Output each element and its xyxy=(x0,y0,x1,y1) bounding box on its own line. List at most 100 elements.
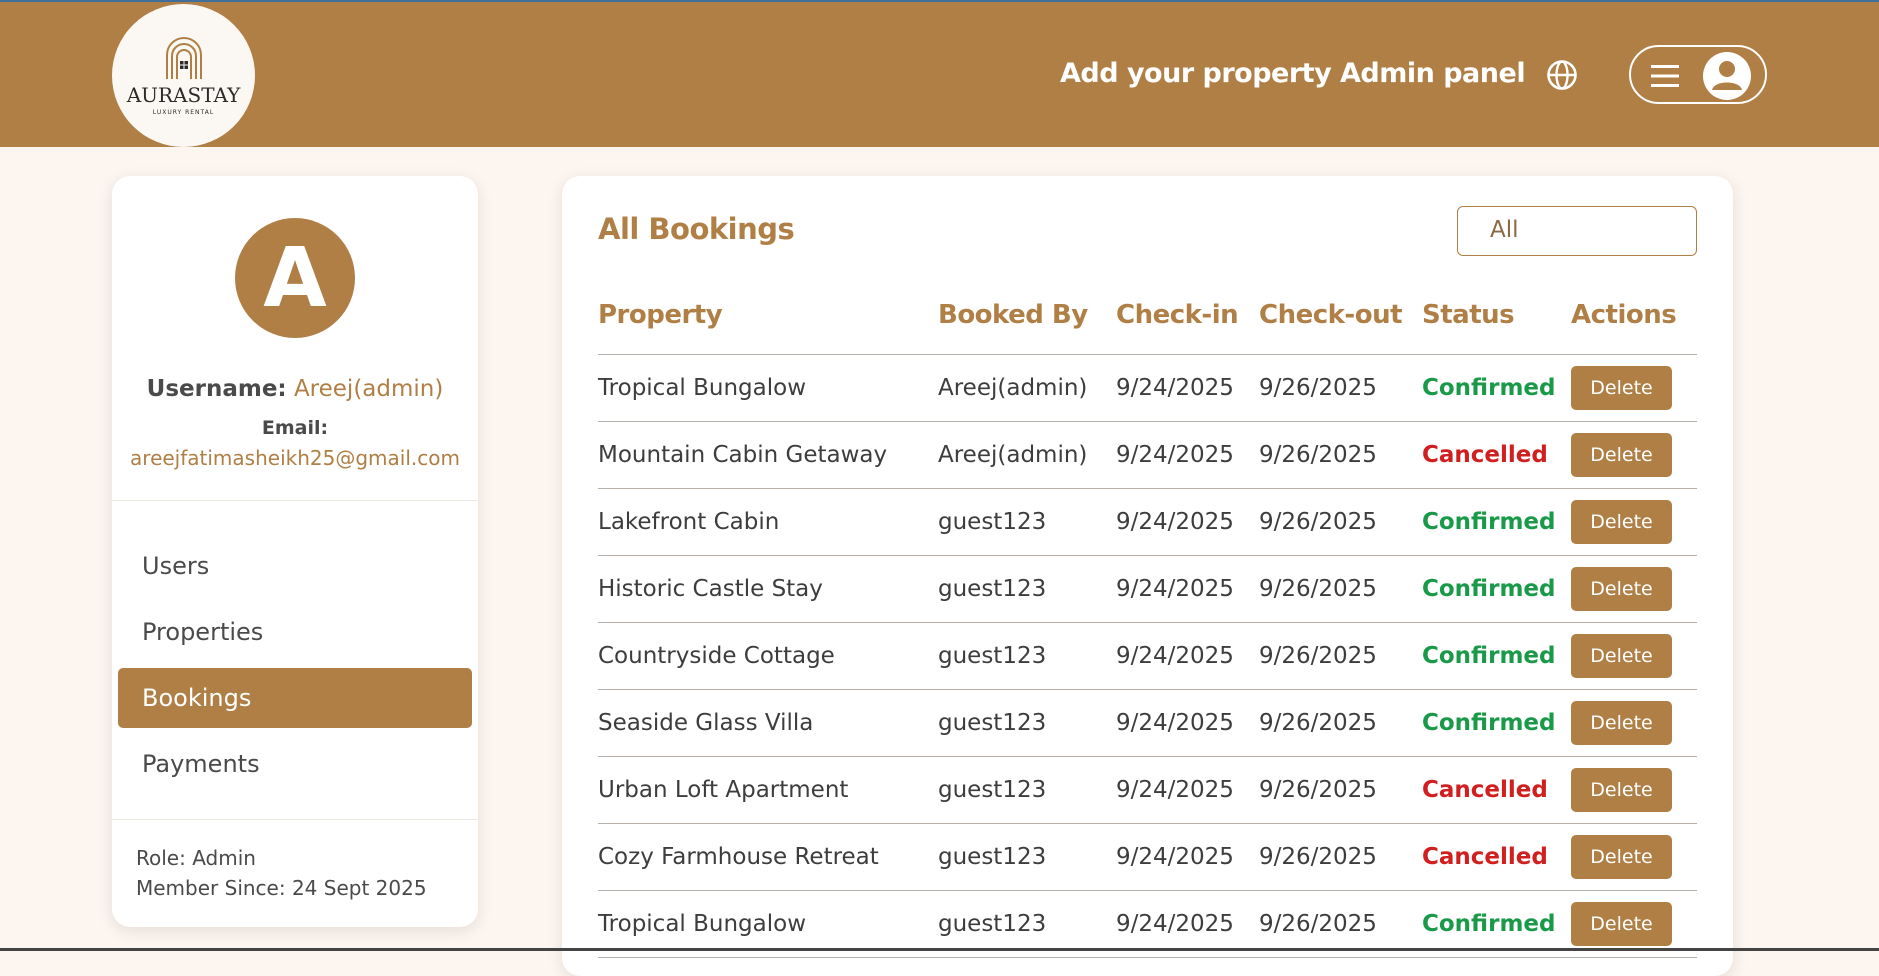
property-cell: Mountain Cabin Getaway xyxy=(598,421,938,489)
table-row: Mountain Cabin Getaway Areej(admin) 9/24/2… xyxy=(598,421,1697,489)
delete-booking-button[interactable]: Delete xyxy=(1571,634,1672,678)
sidebar-divider xyxy=(112,500,478,501)
delete-booking-button[interactable]: Delete xyxy=(1571,701,1672,745)
property-cell: Lakefront Cabin xyxy=(598,488,938,556)
actions-cell: Delete xyxy=(1571,354,1697,422)
status-cell: Confirmed xyxy=(1422,488,1571,556)
actions-cell: Delete xyxy=(1571,756,1697,824)
delete-booking-button[interactable]: Delete xyxy=(1571,835,1672,879)
add-property-link[interactable]: Add your property xyxy=(1060,58,1332,89)
delete-booking-button[interactable]: Delete xyxy=(1571,902,1672,946)
delete-booking-button[interactable]: Delete xyxy=(1571,366,1672,410)
column-header-check-out: Check-out xyxy=(1259,276,1422,355)
column-header-property: Property xyxy=(598,276,938,355)
check-out-cell: 9/26/2025 xyxy=(1259,354,1422,422)
actions-cell: Delete xyxy=(1571,488,1697,556)
actions-cell: Delete xyxy=(1571,622,1697,690)
column-header-booked-by: Booked By xyxy=(938,276,1116,355)
top-navbar: AURASTAY LUXURY RENTAL Add your property… xyxy=(0,2,1879,147)
sidebar-item-bookings[interactable]: Bookings xyxy=(118,668,472,728)
table-row: Tropical Bungalow Areej(admin) 9/24/2025 9/… xyxy=(598,354,1697,422)
check-out-cell: 9/26/2025 xyxy=(1259,421,1422,489)
booked-by-cell: Areej(admin) xyxy=(938,354,1116,422)
column-header-status: Status xyxy=(1422,276,1571,355)
table-row: Seaside Glass Villa guest123 9/24/2025 9/26… xyxy=(598,689,1697,757)
column-header-actions: Actions xyxy=(1571,276,1697,355)
check-out-cell: 9/26/2025 xyxy=(1259,555,1422,623)
logo-brand-text: AURASTAY xyxy=(126,83,241,107)
status-cell: Cancelled xyxy=(1422,756,1571,824)
table-row: Countryside Cottage guest123 9/24/2025 9/26… xyxy=(598,622,1697,690)
check-in-cell: 9/24/2025 xyxy=(1116,622,1259,690)
booked-by-cell: guest123 xyxy=(938,488,1116,556)
table-row: Cozy Farmhouse Retreat guest123 9/24/2025 9… xyxy=(598,823,1697,891)
table-row: Urban Loft Apartment guest123 9/24/2025 9/2… xyxy=(598,756,1697,824)
table-row: Historic Castle Stay guest123 9/24/2025 9/2… xyxy=(598,555,1697,623)
check-in-cell: 9/24/2025 xyxy=(1116,421,1259,489)
profile-sidebar: A Username: Areej(admin) Email: areejfat… xyxy=(112,176,478,927)
bookings-table-body: Tropical Bungalow Areej(admin) 9/24/2025 9/… xyxy=(598,354,1697,958)
username-value: Areej(admin) xyxy=(293,376,444,402)
actions-cell: Delete xyxy=(1571,689,1697,757)
aurastay-logo[interactable]: AURASTAY LUXURY RENTAL xyxy=(112,4,255,147)
property-cell: Tropical Bungalow xyxy=(598,354,938,422)
property-cell: Urban Loft Apartment xyxy=(598,756,938,824)
hamburger-icon xyxy=(1651,65,1679,87)
delete-booking-button[interactable]: Delete xyxy=(1571,768,1672,812)
status-filter-select[interactable]: All xyxy=(1457,206,1697,256)
check-in-cell: 9/24/2025 xyxy=(1116,756,1259,824)
column-header-check-in: Check-in xyxy=(1116,276,1259,355)
sidebar-item-users[interactable]: Users xyxy=(118,536,472,596)
check-out-cell: 9/26/2025 xyxy=(1259,689,1422,757)
user-avatar-icon xyxy=(1703,52,1751,100)
sidebar-divider xyxy=(112,819,478,820)
member-since-text: Member Since: 24 Sept 2025 xyxy=(136,876,427,900)
globe-icon[interactable] xyxy=(1546,59,1578,91)
status-cell: Confirmed xyxy=(1422,354,1571,422)
booked-by-cell: guest123 xyxy=(938,555,1116,623)
check-in-cell: 9/24/2025 xyxy=(1116,488,1259,556)
actions-cell: Delete xyxy=(1571,421,1697,489)
check-out-cell: 9/26/2025 xyxy=(1259,488,1422,556)
page-title: All Bookings xyxy=(598,212,795,246)
actions-cell: Delete xyxy=(1571,823,1697,891)
property-cell: Seaside Glass Villa xyxy=(598,689,938,757)
status-cell: Confirmed xyxy=(1422,689,1571,757)
username-line: Username: Areej(admin) xyxy=(112,376,478,402)
sidebar-item-properties[interactable]: Properties xyxy=(118,602,472,662)
table-row: Lakefront Cabin guest123 9/24/2025 9/26/202… xyxy=(598,488,1697,556)
sidebar-item-payments[interactable]: Payments xyxy=(118,734,472,794)
check-in-cell: 9/24/2025 xyxy=(1116,354,1259,422)
delete-booking-button[interactable]: Delete xyxy=(1571,567,1672,611)
booked-by-cell: guest123 xyxy=(938,689,1116,757)
status-cell: Cancelled xyxy=(1422,421,1571,489)
profile-avatar: A xyxy=(235,218,355,338)
booked-by-cell: guest123 xyxy=(938,622,1116,690)
role-text: Role: Admin xyxy=(136,846,256,870)
check-in-cell: 9/24/2025 xyxy=(1116,823,1259,891)
property-cell: Countryside Cottage xyxy=(598,622,938,690)
check-in-cell: 9/24/2025 xyxy=(1116,555,1259,623)
booked-by-cell: guest123 xyxy=(938,823,1116,891)
check-out-cell: 9/26/2025 xyxy=(1259,823,1422,891)
check-in-cell: 9/24/2025 xyxy=(1116,689,1259,757)
username-label: Username: xyxy=(146,376,287,402)
property-cell: Cozy Farmhouse Retreat xyxy=(598,823,938,891)
status-cell: Cancelled xyxy=(1422,823,1571,891)
booked-by-cell: Areej(admin) xyxy=(938,421,1116,489)
bookings-table: Property Booked By Check-in Check-out St… xyxy=(598,276,1697,958)
delete-booking-button[interactable]: Delete xyxy=(1571,433,1672,477)
admin-panel-link[interactable]: Admin panel xyxy=(1340,58,1526,89)
logo-emblem-icon xyxy=(165,37,202,79)
logo-tagline: LUXURY RENTAL xyxy=(152,109,215,116)
email-value: areejfatimasheikh25@gmail.com xyxy=(130,446,460,470)
delete-booking-button[interactable]: Delete xyxy=(1571,500,1672,544)
user-menu-button[interactable] xyxy=(1629,45,1767,104)
actions-cell: Delete xyxy=(1571,555,1697,623)
bookings-panel: All Bookings All Property Booked By Chec… xyxy=(562,176,1733,976)
status-cell: Confirmed xyxy=(1422,622,1571,690)
booked-by-cell: guest123 xyxy=(938,756,1116,824)
table-header-row: Property Booked By Check-in Check-out St… xyxy=(598,276,1697,355)
check-out-cell: 9/26/2025 xyxy=(1259,622,1422,690)
status-cell: Confirmed xyxy=(1422,555,1571,623)
